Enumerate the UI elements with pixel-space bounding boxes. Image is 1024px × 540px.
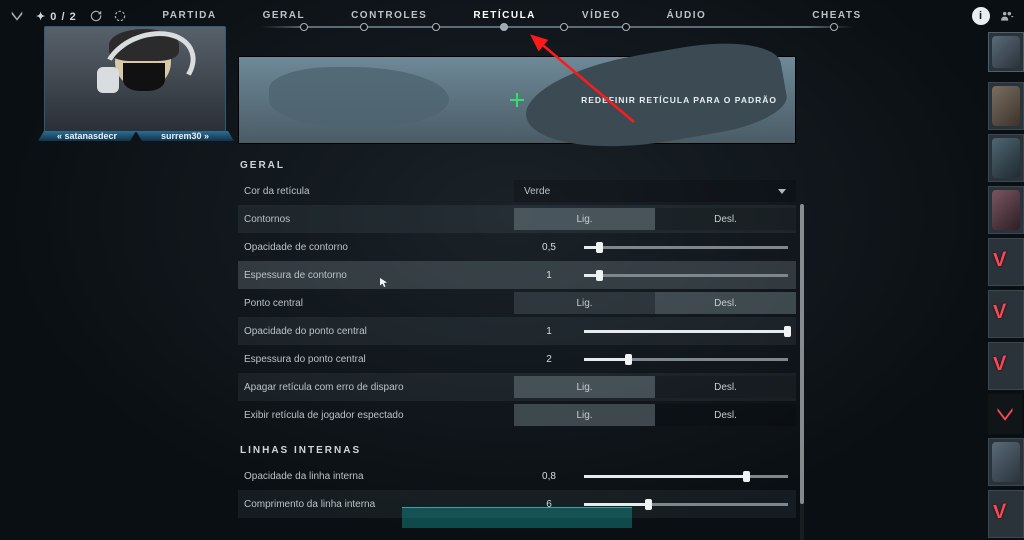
nav-dot-active xyxy=(500,23,508,31)
label-contornos: Contornos xyxy=(238,214,514,225)
bottom-action-button[interactable] xyxy=(402,507,632,528)
portrait-enemy-2[interactable]: V xyxy=(988,290,1024,338)
refresh-icon[interactable] xyxy=(87,7,105,25)
portrait-extra-1[interactable] xyxy=(988,438,1024,486)
row-erro-disparo: Apagar retícula com erro de disparo Lig.… xyxy=(238,373,796,401)
nav-track xyxy=(260,26,854,28)
row-op-ponto: Opacidade do ponto central 1 xyxy=(238,317,796,345)
toggle-espectado-on[interactable]: Lig. xyxy=(514,404,655,426)
toggle-erro-on[interactable]: Lig. xyxy=(514,376,655,398)
label-esp-contorno: Espessura de contorno xyxy=(238,270,514,281)
logo-icon[interactable] xyxy=(8,7,26,25)
toggle-contornos-off[interactable]: Desl. xyxy=(655,208,796,230)
dropdown-cor-reticula[interactable]: Verde xyxy=(514,180,796,202)
banner-left: « satanasdecr xyxy=(38,131,136,141)
row-contornos: Contornos Lig. Desl. xyxy=(238,205,796,233)
row-ponto-central: Ponto central Lig. Desl. xyxy=(238,289,796,317)
nav-cheats[interactable]: CHEATS xyxy=(798,6,875,25)
scroll-thumb[interactable] xyxy=(800,204,804,504)
portrait-enemy-3[interactable]: V xyxy=(988,342,1024,390)
row-opacidade-contorno: Opacidade de contorno 0,5 xyxy=(238,233,796,261)
row-cor-reticula: Cor da retícula Verde xyxy=(238,177,796,205)
nav-partida[interactable]: PARTIDA xyxy=(148,6,230,25)
info-icon[interactable]: i xyxy=(972,7,990,25)
chevron-down-icon xyxy=(778,189,786,194)
section-geral-title: GERAL xyxy=(240,160,796,171)
crosshair-icon xyxy=(513,96,521,104)
slider-op-contorno[interactable] xyxy=(584,236,796,258)
toggle-erro-off[interactable]: Desl. xyxy=(655,376,796,398)
portrait-ally-3[interactable] xyxy=(988,186,1024,234)
nav-geral[interactable]: GERAL xyxy=(249,6,320,25)
portrait-enemy-1[interactable]: V xyxy=(988,238,1024,286)
label-op-linha: Opacidade da linha interna xyxy=(238,471,514,482)
portrait-ally-2[interactable] xyxy=(988,134,1024,182)
value-op-contorno: 0,5 xyxy=(514,242,584,253)
nav-audio[interactable]: ÁUDIO xyxy=(653,6,721,25)
slider-op-ponto[interactable] xyxy=(584,320,796,342)
toggle-espectado-off[interactable]: Desl. xyxy=(655,404,796,426)
slider-op-linha[interactable] xyxy=(584,465,796,487)
nav-dot xyxy=(300,23,308,31)
slider-esp-ponto[interactable] xyxy=(584,348,796,370)
top-left-cluster: ✦ 0 / 2 xyxy=(8,7,129,25)
value-op-ponto: 1 xyxy=(514,326,584,337)
toggle-ponto-off[interactable]: Desl. xyxy=(655,292,796,314)
row-espessura-contorno: Espessura de contorno 1 xyxy=(238,261,796,289)
toggle-contornos-on[interactable]: Lig. xyxy=(514,208,655,230)
nav-dot xyxy=(432,23,440,31)
section-linhas-title: LINHAS INTERNAS xyxy=(240,445,796,456)
target-icon[interactable] xyxy=(111,7,129,25)
row-espectado: Exibir retícula de jogador espectado Lig… xyxy=(238,401,796,429)
label-cor: Cor da retícula xyxy=(238,186,514,197)
slider-esp-contorno[interactable] xyxy=(584,264,796,286)
row-op-linha: Opacidade da linha interna 0,8 xyxy=(238,462,796,490)
top-right-cluster: i xyxy=(972,7,1016,25)
webcam-overlay xyxy=(44,26,226,132)
label-ponto: Ponto central xyxy=(238,298,514,309)
value-esp-contorno: 1 xyxy=(514,270,584,281)
panel-scrollbar[interactable] xyxy=(800,204,804,540)
valorant-logo-icon[interactable] xyxy=(988,394,1022,434)
banner-right: surrem30 » xyxy=(136,131,234,141)
crosshair-preview: REDEFINIR RETÍCULA PARA O PADRÃO xyxy=(238,56,796,144)
nav-dot xyxy=(360,23,368,31)
nav-dot xyxy=(560,23,568,31)
label-erro: Apagar retícula com erro de disparo xyxy=(238,382,514,393)
label-op-ponto: Opacidade do ponto central xyxy=(238,326,514,337)
portrait-extra-2[interactable]: V xyxy=(988,490,1024,538)
portrait-self[interactable] xyxy=(988,32,1024,72)
player-banner: « satanasdecr surrem30 » xyxy=(38,126,234,146)
label-espectado: Exibir retícula de jogador espectado xyxy=(238,410,514,421)
score-text: ✦ 0 / 2 xyxy=(36,10,77,23)
nav-controles[interactable]: CONTROLES xyxy=(337,6,441,25)
portrait-ally-1[interactable] xyxy=(988,82,1024,130)
nav-dot xyxy=(622,23,630,31)
settings-panel: REDEFINIR RETÍCULA PARA O PADRÃO GERAL C… xyxy=(238,56,796,526)
label-esp-ponto: Espessura do ponto central xyxy=(238,354,514,365)
value-op-linha: 0,8 xyxy=(514,471,584,482)
settings-nav: PARTIDA GERAL CONTROLES RETÍCULA VÍDEO Á… xyxy=(148,6,875,25)
rows-geral: Cor da retícula Verde Contornos Lig. Des… xyxy=(238,177,796,429)
dropdown-value: Verde xyxy=(524,186,550,197)
toggle-ponto-on[interactable]: Lig. xyxy=(514,292,655,314)
nav-dot xyxy=(830,23,838,31)
row-esp-ponto: Espessura do ponto central 2 xyxy=(238,345,796,373)
label-op-contorno: Opacidade de contorno xyxy=(238,242,514,253)
value-esp-ponto: 2 xyxy=(514,354,584,365)
agent-rail: 12 V V V V xyxy=(988,32,1022,538)
reset-crosshair-button[interactable]: REDEFINIR RETÍCULA PARA O PADRÃO xyxy=(581,95,777,105)
party-icon[interactable] xyxy=(998,7,1016,25)
